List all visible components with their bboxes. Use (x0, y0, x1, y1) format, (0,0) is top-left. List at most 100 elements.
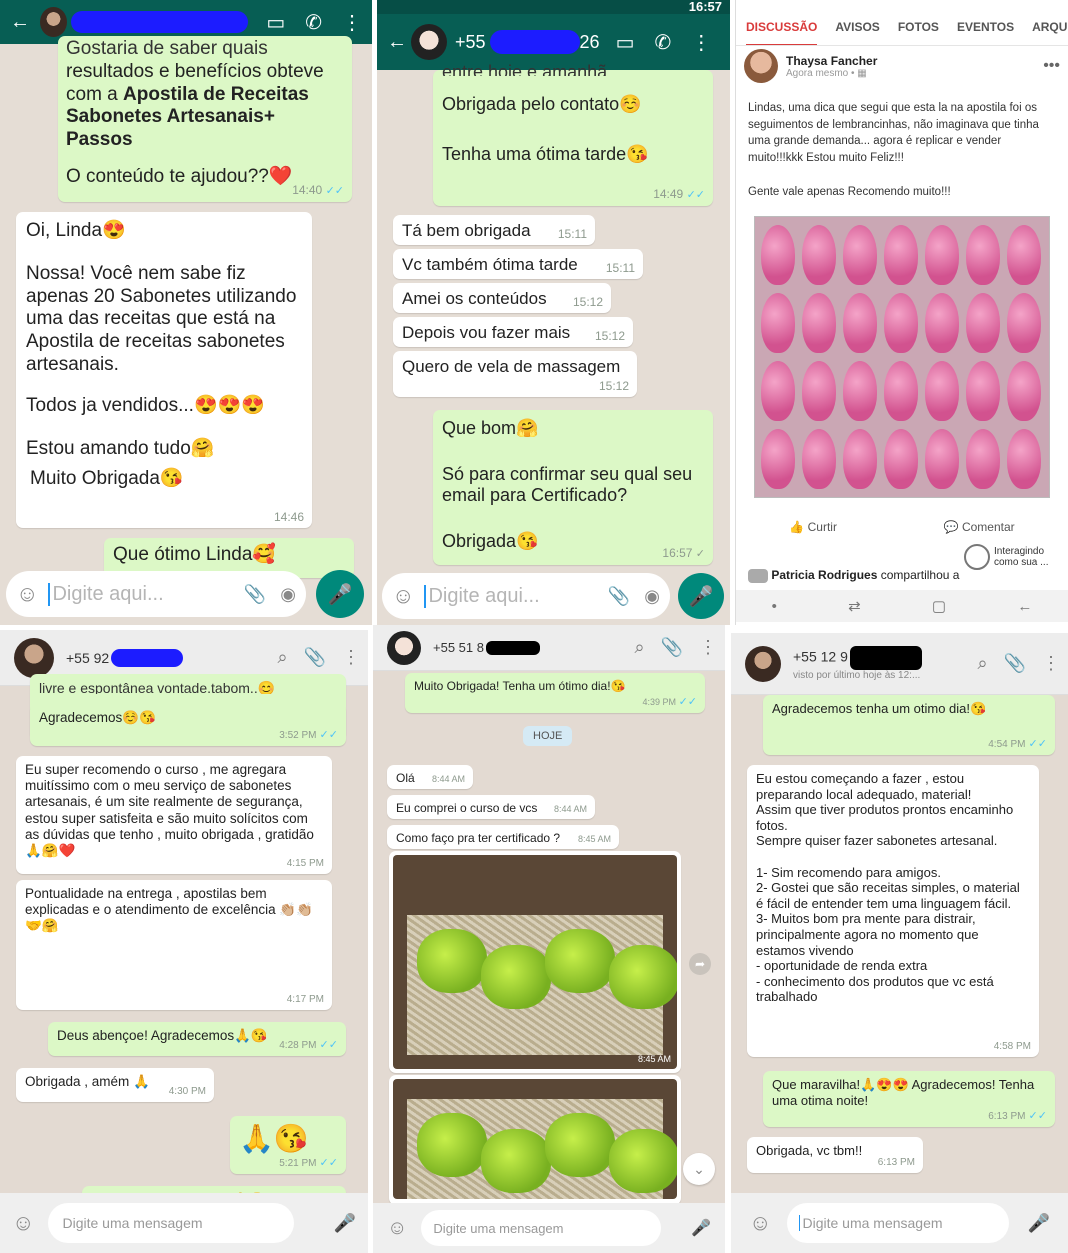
recents-switch-icon[interactable]: ⇄ (848, 597, 861, 615)
attach-icon[interactable]: 📎 (1004, 653, 1026, 674)
soap-shape (1007, 361, 1041, 421)
phone-call-icon[interactable]: ✆ (654, 30, 671, 55)
mic-icon[interactable]: 🎤 (334, 1213, 356, 1234)
message-bubble: Olá 8:44 AM (387, 765, 473, 789)
emoji-icon[interactable]: ☺ (749, 1210, 771, 1236)
tab-2[interactable]: FOTOS (898, 20, 939, 34)
message-time: 8:45 AM (637, 1054, 671, 1065)
chat-header: +55 51 8 ⌕ 📎 ⋮ (373, 625, 725, 671)
message-bubble: Eu estou começando a fazer , estou prepa… (747, 765, 1039, 1057)
redacted-phone (485, 640, 540, 655)
post-author[interactable]: Thaysa Fancher (786, 54, 877, 68)
message-text: resultados e benefícios obteve com a Apo… (66, 60, 324, 151)
message-text: Pontualidade na entrega , apostilas bem … (25, 886, 314, 934)
message-time: 4:17 PM (286, 994, 324, 1005)
chat-panel-1: ← ▭ ✆ ⋮ Gostaria de saber quais resultad… (0, 0, 372, 625)
more-options-icon[interactable]: ••• (1043, 57, 1060, 75)
message-bubble: Como faço pra ter certificado ? 8:45 AM (387, 825, 619, 849)
tab-1[interactable]: AVISOS (835, 20, 879, 34)
message-time: 8:44 AM (553, 804, 587, 815)
message-time: 8:45 AM (577, 834, 611, 845)
avatar[interactable] (14, 637, 54, 678)
scroll-down-button[interactable]: ⌄ (683, 1153, 715, 1185)
search-icon[interactable]: ⌕ (977, 653, 987, 674)
mic-icon[interactable]: 🎤 (1028, 1213, 1050, 1234)
message-time: 4:30 PM (168, 1086, 206, 1097)
message-input[interactable]: Digite uma mensagem (787, 1203, 1010, 1243)
message-input[interactable]: ☺ Digite aqui... 📎 ◉ (6, 571, 306, 617)
post-photo[interactable] (754, 216, 1050, 498)
message-text: Oi, Linda😍 (26, 220, 126, 241)
back-arrow-icon[interactable]: ← (387, 31, 407, 54)
attach-icon[interactable]: 📎 (244, 584, 266, 605)
mic-button[interactable]: 🎤 (316, 570, 364, 618)
image-message[interactable] (389, 1075, 681, 1205)
soap-photo[interactable] (393, 855, 677, 1069)
tab-4[interactable]: ARQUIV (1032, 20, 1068, 34)
input-placeholder: Digite aqui... (424, 584, 607, 608)
green-soap-shape (609, 945, 677, 1009)
attach-icon[interactable]: 📎 (304, 647, 326, 668)
more-options-icon[interactable]: ⋮ (342, 10, 362, 35)
post-time: Agora mesmo • ▦ (786, 67, 867, 79)
comment-button[interactable]: 💬 Comentar (944, 520, 1015, 534)
more-options-icon[interactable]: ⋮ (699, 637, 717, 658)
interacting-as[interactable]: Interagindo como sua ... (964, 544, 1056, 570)
more-options-icon[interactable]: ⋮ (691, 30, 711, 55)
forward-icon[interactable]: ➦ (689, 953, 711, 975)
chat-panel-5: +55 51 8 ⌕ 📎 ⋮ Muito Obrigada! Tenha um … (373, 625, 725, 1253)
message-time: 15:12 (572, 294, 603, 309)
emoji-icon[interactable]: ☺ (387, 1217, 407, 1240)
avatar[interactable] (411, 24, 447, 60)
message-time: 6:13 PM (877, 1157, 915, 1168)
message-input[interactable]: Digite uma mensagem (48, 1203, 295, 1243)
home-square-icon[interactable]: ▢ (932, 597, 946, 615)
camera-icon[interactable]: ◉ (280, 584, 296, 605)
camera-icon[interactable]: ◉ (644, 586, 660, 607)
back-arrow-icon[interactable]: ← (10, 11, 30, 34)
search-icon[interactable]: ⌕ (277, 647, 287, 668)
message-bubble: Agradecemos☺️😘 3:52 PM ✓✓ (30, 704, 346, 746)
search-icon[interactable]: ⌕ (634, 637, 644, 658)
mic-icon[interactable]: 🎤 (691, 1218, 711, 1238)
input-bar: ☺ Digite uma mensagem 🎤 (0, 1193, 368, 1253)
more-options-icon[interactable]: ⋮ (1042, 653, 1060, 674)
message-input[interactable]: ☺ Digite aqui... 📎 ◉ (382, 573, 670, 619)
avatar[interactable] (748, 568, 768, 583)
message-input[interactable]: Digite uma mensagem (421, 1210, 662, 1246)
message-text: Amei os conteúdos (402, 289, 547, 308)
post-text: Gente vale apenas Recomendo muito!!! (748, 186, 951, 198)
message-bubble: Pontualidade na entrega , apostilas bem … (16, 880, 332, 1010)
message-text: 🙏😘 (239, 1123, 309, 1154)
like-button[interactable]: 👍 Curtir (789, 520, 837, 534)
attach-icon[interactable]: 📎 (608, 586, 630, 607)
redacted-phone (849, 646, 922, 670)
phone-call-icon[interactable]: ✆ (305, 10, 322, 35)
video-call-icon[interactable]: ▭ (616, 30, 635, 55)
avatar[interactable] (745, 645, 781, 682)
attach-icon[interactable]: 📎 (661, 637, 683, 658)
contact-phone: +55 12 9 (793, 648, 848, 665)
image-message[interactable]: 8:45 AM (389, 851, 681, 1073)
message-text: Só para confirmar seu qual seu email par… (442, 463, 693, 506)
back-nav-icon[interactable]: ← (1017, 598, 1032, 615)
mic-button[interactable]: 🎤 (678, 573, 724, 619)
tab-0[interactable]: DISCUSSÃO (746, 20, 818, 45)
message-text: Estou amando tudo🤗 (26, 437, 215, 459)
last-seen: visto por último hoje às 12:... (793, 670, 921, 681)
more-options-icon[interactable]: ⋮ (342, 647, 360, 668)
avatar[interactable] (40, 7, 67, 37)
emoji-icon[interactable]: ☺ (392, 583, 414, 609)
soap-shape (925, 429, 959, 489)
emoji-icon[interactable]: ☺ (16, 581, 38, 607)
avatar[interactable] (387, 630, 421, 665)
tab-3[interactable]: EVENTOS (957, 20, 1014, 34)
soap-photo[interactable] (393, 1079, 677, 1199)
author-avatar[interactable] (744, 49, 778, 83)
message-time: 4:39 PM ✓✓ (642, 695, 697, 708)
video-call-icon[interactable]: ▭ (266, 10, 285, 35)
message-text: Obrigada , amém 🙏 (25, 1074, 150, 1089)
input-bar: ☺ Digite uma mensagem 🎤 (373, 1203, 725, 1253)
emoji-icon[interactable]: ☺ (12, 1210, 34, 1236)
chat-panel-6: +55 12 9 visto por último hoje às 12:...… (731, 633, 1068, 1253)
